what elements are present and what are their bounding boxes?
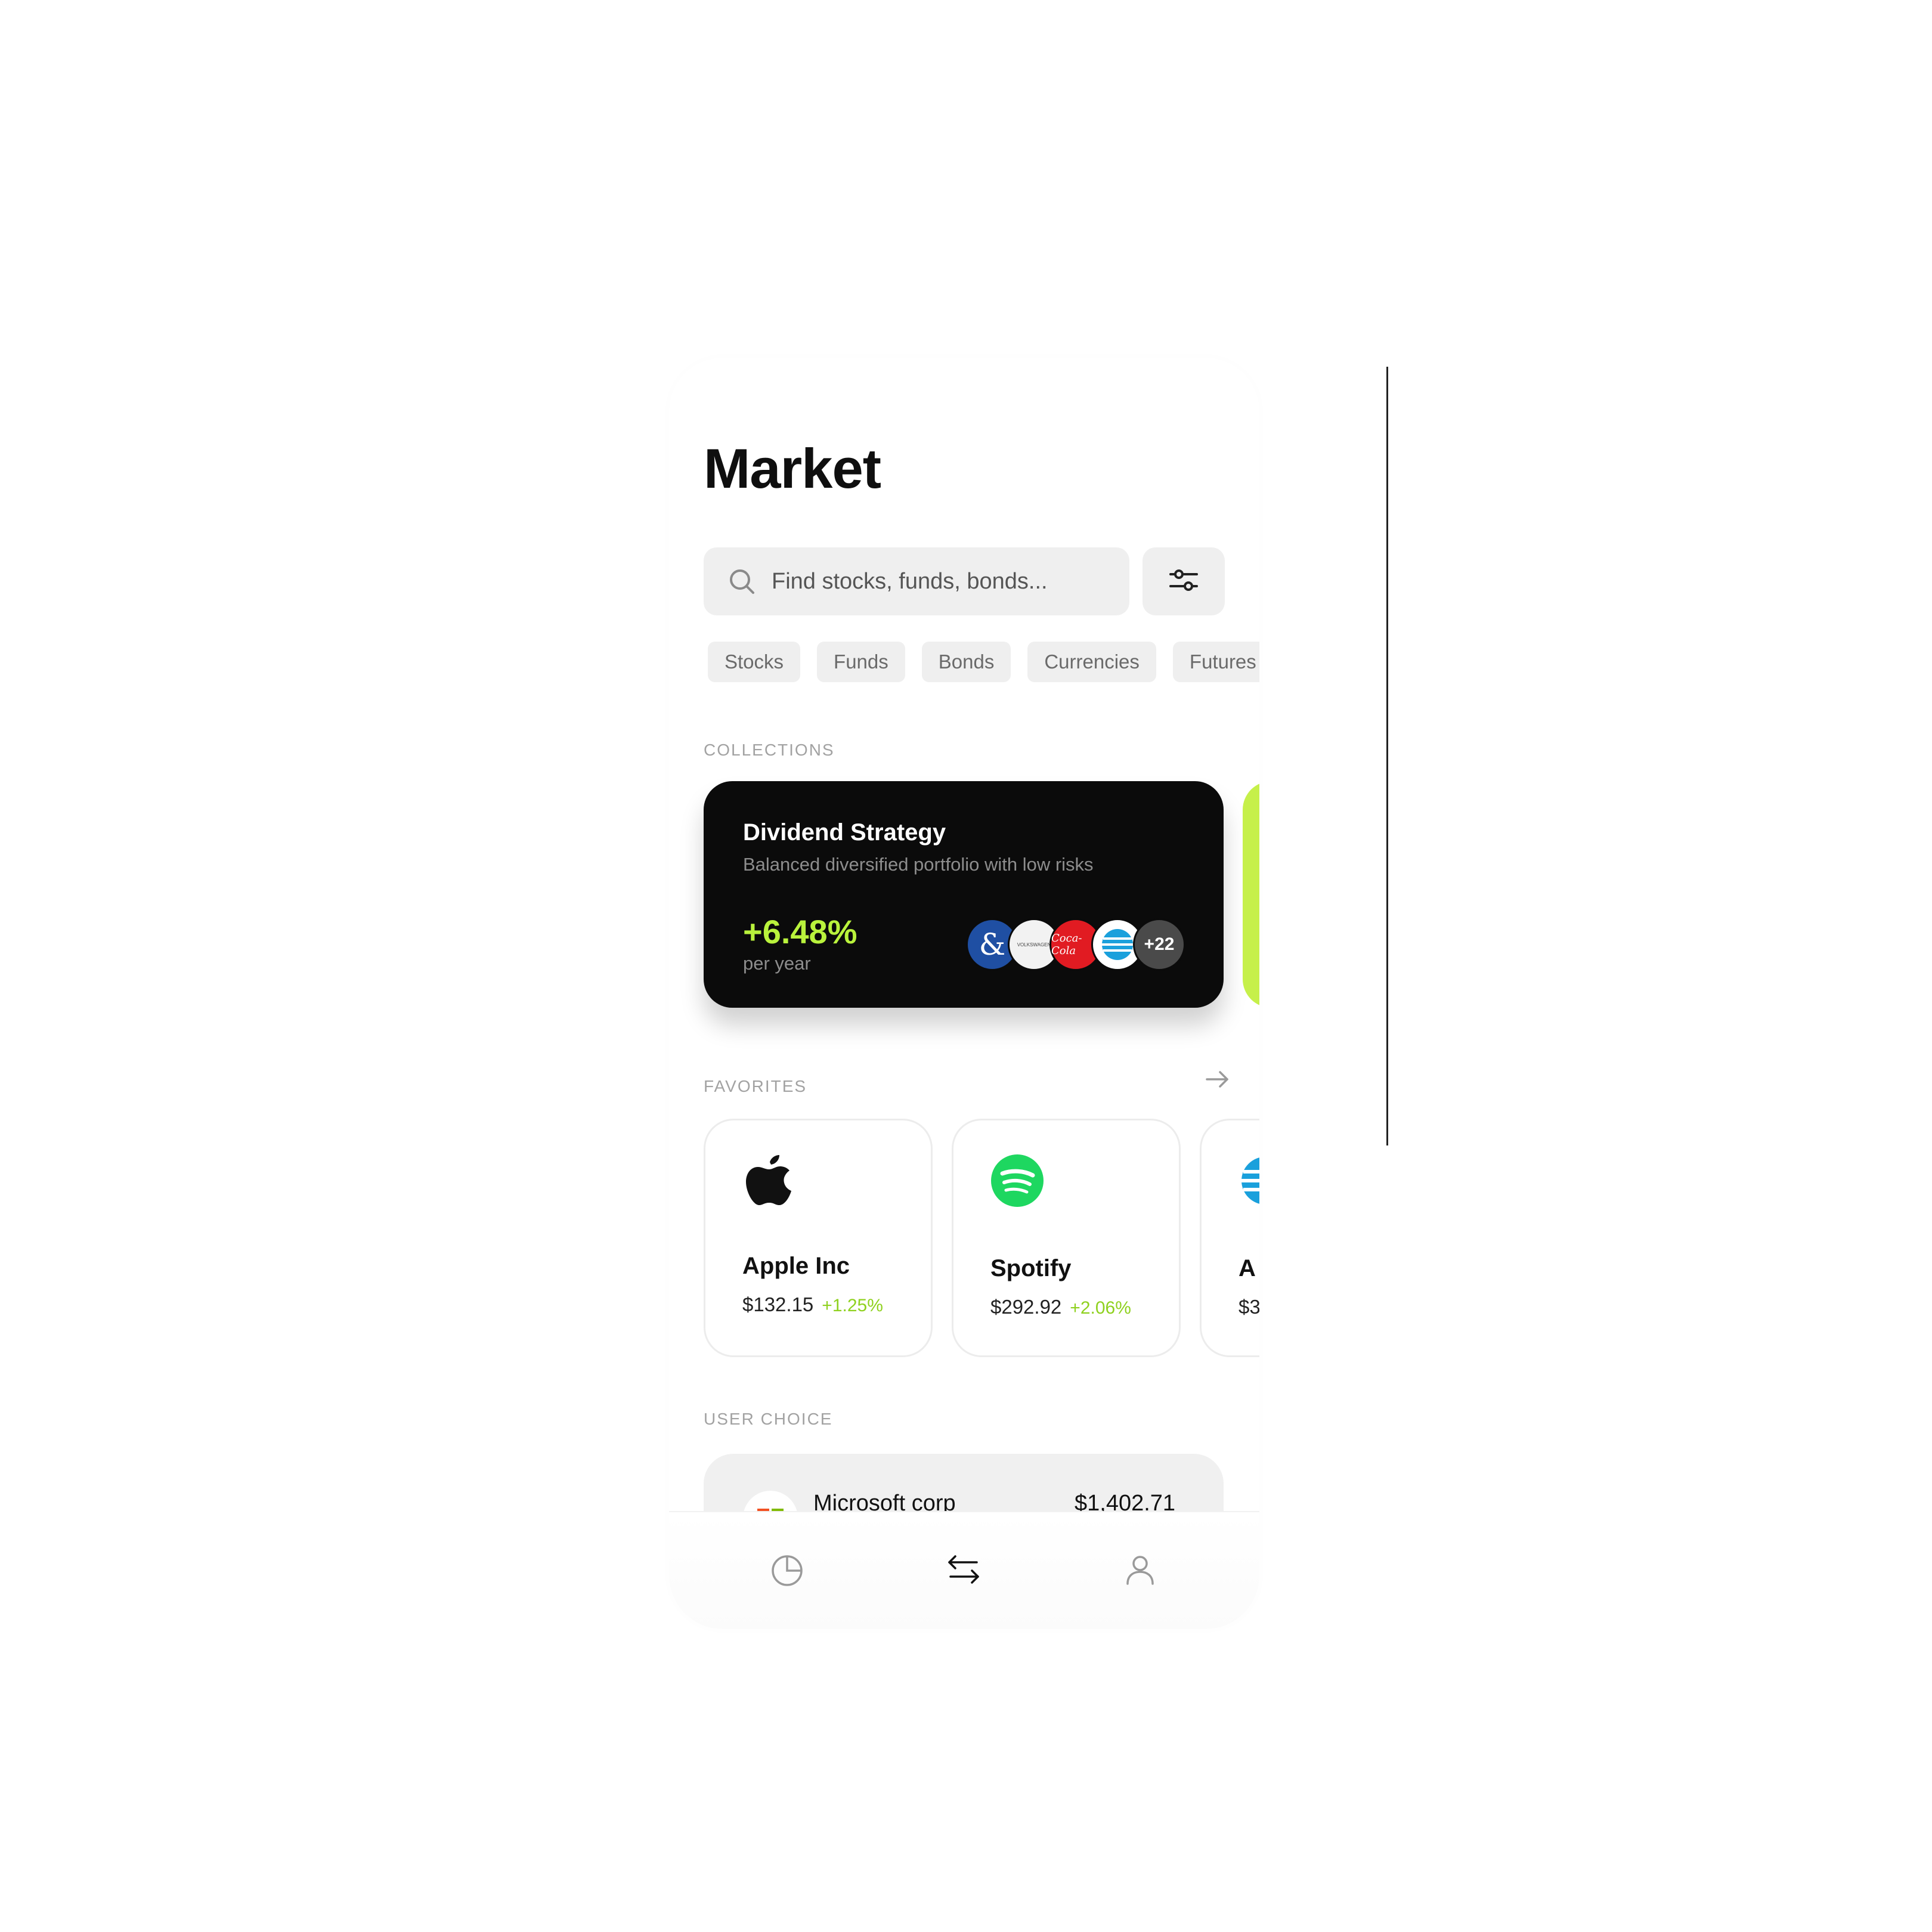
favorite-price: $132.15 [742, 1293, 814, 1315]
chip-stocks[interactable]: Stocks [708, 642, 801, 682]
tab-bar [669, 1511, 1259, 1629]
att-icon [1239, 1154, 1259, 1208]
favorites-label: FAVORITES [704, 1077, 807, 1095]
favorite-card-att[interactable]: A $3 [1200, 1119, 1259, 1357]
collection-card-dividend[interactable]: Dividend Strategy Balanced diversified p… [704, 781, 1224, 1008]
favorite-price: $3 [1239, 1296, 1259, 1318]
filter-button[interactable] [1143, 547, 1225, 615]
phone-screen: Market Stocks Funds Bonds Currencies Fut… [669, 358, 1259, 1629]
tab-profile[interactable] [1121, 1552, 1159, 1590]
category-chips: Stocks Funds Bonds Currencies Futures [708, 642, 1259, 682]
apple-icon [742, 1154, 796, 1208]
favorite-name: Spotify [990, 1255, 1072, 1281]
favorite-card-spotify[interactable]: Spotify $292.92 +2.06% [952, 1119, 1181, 1357]
favorite-card-apple[interactable]: Apple Inc $132.15 +1.25% [704, 1119, 933, 1357]
favorite-price: $292.92 [990, 1296, 1062, 1318]
favorite-price-row: $292.92 +2.06% [990, 1296, 1131, 1318]
favorite-change: +1.25% [822, 1296, 883, 1315]
user-choice-label: USER CHOICE [704, 1410, 833, 1428]
favorites-arrow-icon[interactable] [1205, 1066, 1231, 1092]
collection-rate: +6.48% [743, 913, 857, 950]
chip-futures[interactable]: Futures [1172, 642, 1259, 682]
favorite-change: +2.06% [1070, 1298, 1131, 1318]
collection-period: per year [743, 953, 811, 974]
spotify-icon [990, 1154, 1044, 1208]
transfer-arrows-icon [945, 1550, 983, 1592]
more-logos-badge: +22 [1133, 918, 1185, 971]
chip-funds[interactable]: Funds [817, 642, 905, 682]
search-icon [727, 567, 756, 596]
search-bar[interactable] [704, 547, 1129, 615]
favorite-price-row: $132.15 +1.25% [742, 1293, 883, 1316]
sliders-icon [1167, 564, 1200, 600]
collection-logos: & VOLKSWAGEN Coca-Cola +22 [966, 918, 1193, 972]
favorite-price-row: $3 [1239, 1296, 1259, 1318]
search-input[interactable] [770, 568, 1129, 595]
tab-portfolio[interactable] [768, 1552, 806, 1590]
tab-market[interactable] [945, 1552, 983, 1590]
user-icon [1122, 1552, 1158, 1590]
collection-subtitle: Balanced diversified portfolio with low … [743, 854, 1094, 875]
chip-currencies[interactable]: Currencies [1027, 642, 1156, 682]
page-title: Market [704, 437, 881, 500]
chip-bonds[interactable]: Bonds [921, 642, 1011, 682]
window-divider [1386, 367, 1388, 1145]
collections-label: COLLECTIONS [704, 741, 835, 759]
favorite-name: Apple Inc [742, 1253, 850, 1279]
pie-chart-icon [769, 1552, 805, 1590]
collection-card-next[interactable] [1243, 781, 1259, 1008]
collection-title: Dividend Strategy [743, 819, 946, 846]
favorite-name: A [1239, 1255, 1256, 1281]
